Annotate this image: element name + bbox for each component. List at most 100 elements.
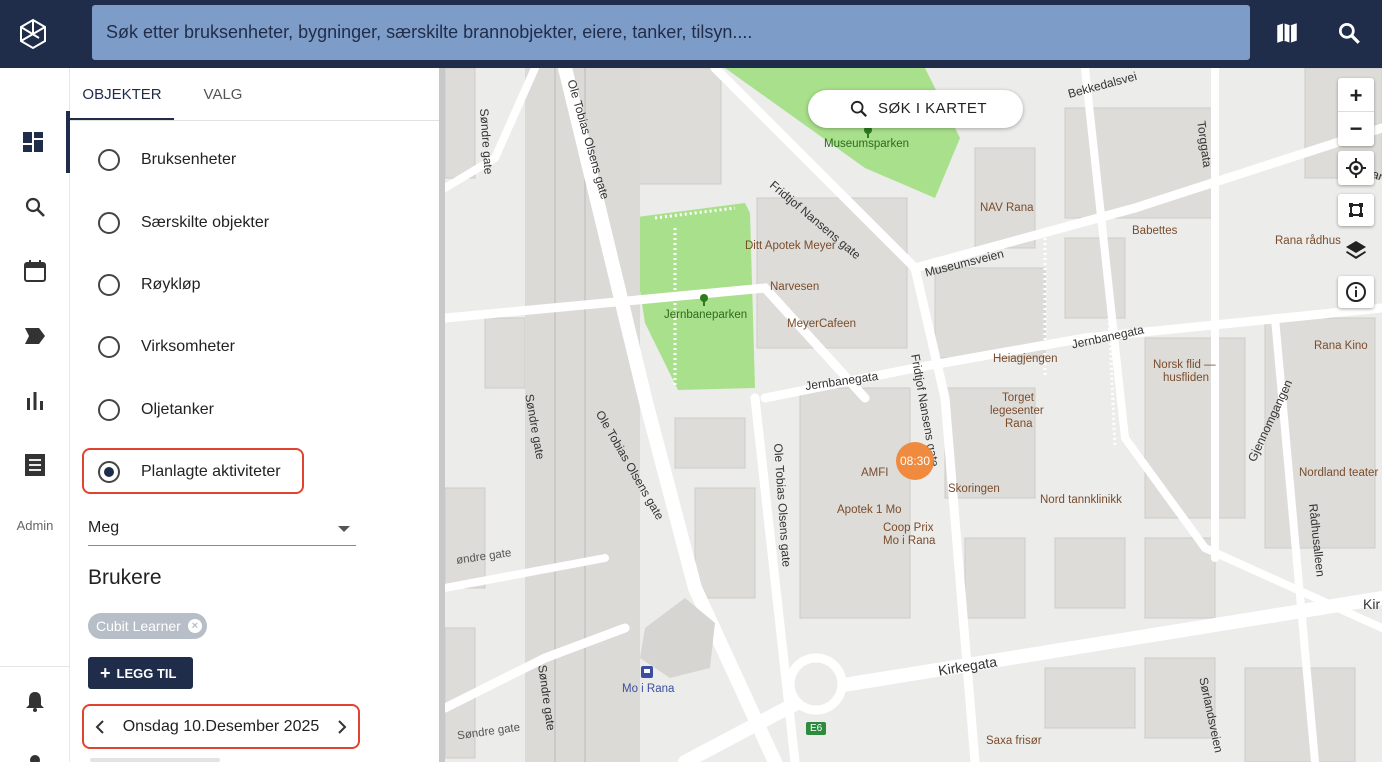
radio-button[interactable] (98, 336, 120, 358)
side-panel: OBJEKTER VALG Bruksenheter Særskilte obj… (70, 68, 439, 762)
map-label: Babettes (1132, 225, 1178, 237)
map-label: husfliden (1163, 372, 1210, 384)
calendar-nav[interactable] (0, 240, 70, 302)
map-search-button[interactable]: SØK I KARTET (808, 90, 1023, 128)
map-label: Mo i Rana (622, 683, 675, 695)
radio-button[interactable] (98, 212, 120, 234)
zoom-in-button[interactable]: + (1338, 79, 1374, 112)
option-virksomheter[interactable]: Virksomheter (98, 327, 235, 367)
dashboard-icon (23, 132, 43, 152)
map-label: Ditt Apotek Meyer (745, 240, 836, 252)
map-label: Museumsparken (824, 138, 910, 150)
map-label: AMFI (861, 467, 889, 479)
draw-polygon-button[interactable] (1338, 194, 1374, 226)
chevron-down-icon (338, 526, 350, 532)
tab-valg[interactable]: VALG (174, 68, 272, 120)
highlight-box (82, 704, 360, 749)
map-icon[interactable] (1274, 20, 1300, 46)
admin-link[interactable]: Admin (0, 518, 70, 533)
map-label: Rana Kino (1314, 340, 1368, 352)
global-search-input[interactable]: Søk etter bruksenheter, bygninger, særsk… (92, 5, 1250, 60)
top-bar: Søk etter bruksenheter, bygninger, særsk… (0, 0, 1382, 68)
nav-rail: Admin (0, 68, 70, 762)
map-label: Narvesen (770, 281, 820, 293)
draw-polygon-icon (1349, 203, 1363, 217)
add-button-label: LEGG TIL (116, 666, 177, 681)
label-icon (25, 328, 45, 344)
reports-nav[interactable] (0, 369, 70, 431)
map-label: Rana rådhus (1275, 235, 1341, 247)
info-button[interactable] (1338, 276, 1374, 308)
label-nav[interactable] (0, 305, 70, 367)
map-label: Norsk flid — (1153, 359, 1216, 371)
plus-icon: + (100, 663, 111, 683)
map-view[interactable]: Museumsparken Jernbaneparken Ditt Apotek… (445, 68, 1382, 762)
option-label: Bruksenheter (141, 151, 237, 168)
search-icon[interactable] (1336, 20, 1362, 46)
map-label: MeyerCafeen (787, 318, 857, 330)
map-canvas[interactable] (445, 68, 1382, 762)
map-label: NAV Rana (980, 202, 1034, 214)
close-icon[interactable]: × (187, 619, 202, 633)
map-label: Coop Prix (883, 522, 934, 534)
tree-icon (700, 294, 708, 306)
radio-button[interactable] (98, 399, 120, 421)
map-label: Mo i Rana (883, 535, 936, 547)
info-icon (1346, 282, 1366, 302)
map-label: Nord tannklinikk (1040, 494, 1122, 506)
highlight-box (82, 448, 304, 494)
layers-icon (1346, 241, 1366, 259)
bar-chart-icon (27, 392, 43, 410)
locate-icon (1346, 158, 1366, 178)
tab-objekter[interactable]: OBJEKTER (70, 68, 174, 120)
activity-marker[interactable]: 08:30 (896, 442, 934, 480)
scroll-hint (90, 758, 220, 762)
map-label: Heiagjengen (993, 353, 1058, 365)
option-saerskilte-objekter[interactable]: Særskilte objekter (98, 203, 269, 243)
chip-label: Cubit Learner (96, 618, 181, 634)
assignee-select[interactable]: Meg (88, 514, 356, 546)
dashboard-nav[interactable] (0, 111, 70, 173)
option-label: Særskilte objekter (141, 214, 270, 231)
radio-button[interactable] (98, 149, 120, 171)
option-bruksenheter[interactable]: Bruksenheter (98, 140, 236, 180)
map-search-label: SØK I KARTET (878, 100, 988, 117)
notifications-nav[interactable] (0, 670, 70, 732)
route-badge: E6 (806, 722, 827, 735)
user-nav[interactable] (0, 732, 70, 762)
radio-button[interactable] (98, 274, 120, 296)
locate-button[interactable] (1338, 151, 1374, 185)
train-station-icon (641, 666, 653, 678)
search-icon (25, 197, 45, 217)
zoom-out-button[interactable]: − (1338, 112, 1374, 145)
option-label: Virksomheter (141, 338, 235, 355)
option-roykløp[interactable]: Røykløp (98, 265, 201, 305)
user-chip: Cubit Learner × (88, 613, 207, 639)
rail-divider (0, 666, 70, 667)
map-label: Jernbaneparken (664, 309, 748, 321)
map-label: Skoringen (948, 483, 1000, 495)
map-label: Rana (1005, 418, 1033, 430)
select-value: Meg (88, 519, 120, 536)
map-label: Saxa frisør (986, 735, 1042, 747)
list-nav[interactable] (0, 434, 70, 496)
add-user-button[interactable]: + LEGG TIL (88, 657, 193, 689)
users-heading: Brukere (88, 566, 162, 589)
layers-button[interactable] (1338, 234, 1374, 266)
map-label: Torget (1002, 392, 1034, 404)
map-label: Apotek 1 Mo (837, 504, 902, 516)
list-icon (25, 454, 45, 476)
panel-tabs: OBJEKTER VALG (70, 68, 439, 121)
option-oljetanker[interactable]: Oljetanker (98, 390, 214, 430)
search-icon (850, 100, 867, 117)
option-label: Oljetanker (141, 401, 214, 418)
calendar-icon (24, 260, 46, 282)
search-nav[interactable] (0, 176, 70, 238)
bell-icon (26, 692, 44, 712)
option-label: Røykløp (141, 276, 201, 293)
map-label: Kir (1363, 596, 1381, 612)
logo-icon[interactable] (18, 18, 48, 50)
user-icon (30, 755, 40, 762)
map-label: legesenter (990, 405, 1044, 417)
map-label: Nordland teater (1299, 467, 1379, 479)
